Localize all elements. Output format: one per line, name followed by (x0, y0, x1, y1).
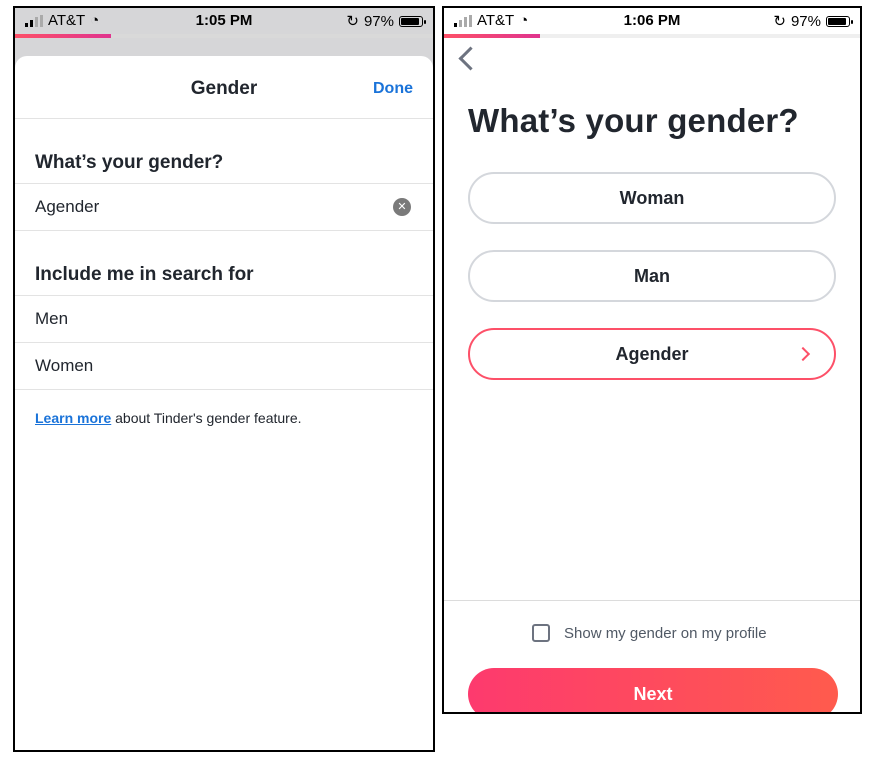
option-man[interactable]: Man (468, 250, 836, 302)
learn-more-rest: about Tinder's gender feature. (111, 410, 302, 426)
search-option-women[interactable]: Women (15, 342, 433, 390)
next-button[interactable]: Next (468, 668, 838, 712)
search-option-label: Men (35, 309, 69, 328)
search-heading: Include me in search for (35, 264, 254, 285)
gender-onboarding-screen: AT&T ◔ 1:06 PM ↻ 97% What’s your gender?… (442, 6, 862, 714)
progress-fill (15, 34, 112, 38)
divider (444, 600, 860, 601)
search-option-men[interactable]: Men (15, 295, 433, 342)
show-gender-label: Show my gender on my profile (564, 624, 767, 642)
done-button[interactable]: Done (373, 80, 413, 98)
show-gender-toggle[interactable]: Show my gender on my profile (532, 624, 767, 642)
status-bar: AT&T ◔ 1:06 PM ↻ 97% (444, 8, 860, 34)
option-label: Agender (615, 344, 689, 364)
progress-bar (444, 34, 860, 38)
option-agender[interactable]: Agender (468, 328, 836, 380)
gender-field[interactable]: Agender ✕ (15, 183, 433, 231)
learn-more-text: Learn more about Tinder's gender feature… (15, 410, 433, 426)
learn-more-link[interactable]: Learn more (35, 410, 111, 426)
status-bar: AT&T ◔ 1:05 PM ↻ 97% (15, 8, 433, 34)
battery-status: ↻ 97% (346, 12, 426, 30)
battery-icon (399, 15, 426, 27)
battery-percent: 97% (363, 12, 394, 30)
back-chevron-icon[interactable] (458, 46, 483, 71)
option-woman[interactable]: Woman (468, 172, 836, 224)
clear-icon[interactable]: ✕ (393, 198, 411, 216)
page-title: What’s your gender? (468, 102, 799, 139)
checkbox[interactable] (532, 624, 550, 642)
gender-value: Agender (35, 197, 100, 216)
progress-bar (15, 34, 433, 38)
gender-sheet: Gender Done What’s your gender? Agender … (15, 56, 433, 750)
gender-settings-screen: AT&T ◔ 1:05 PM ↻ 97% Gender Done What’s … (13, 6, 435, 752)
chevron-right-icon (795, 346, 811, 362)
progress-fill (444, 34, 540, 38)
orientation-lock-icon: ↻ (773, 13, 786, 30)
search-option-label: Women (35, 356, 94, 375)
gender-heading: What’s your gender? (35, 152, 224, 173)
orientation-lock-icon: ↻ (346, 13, 359, 30)
battery-percent: 97% (790, 12, 821, 30)
battery-status: ↻ 97% (773, 12, 853, 30)
sheet-title: Gender (190, 78, 258, 99)
battery-icon (826, 15, 853, 27)
sheet-header: Gender Done (15, 56, 433, 119)
